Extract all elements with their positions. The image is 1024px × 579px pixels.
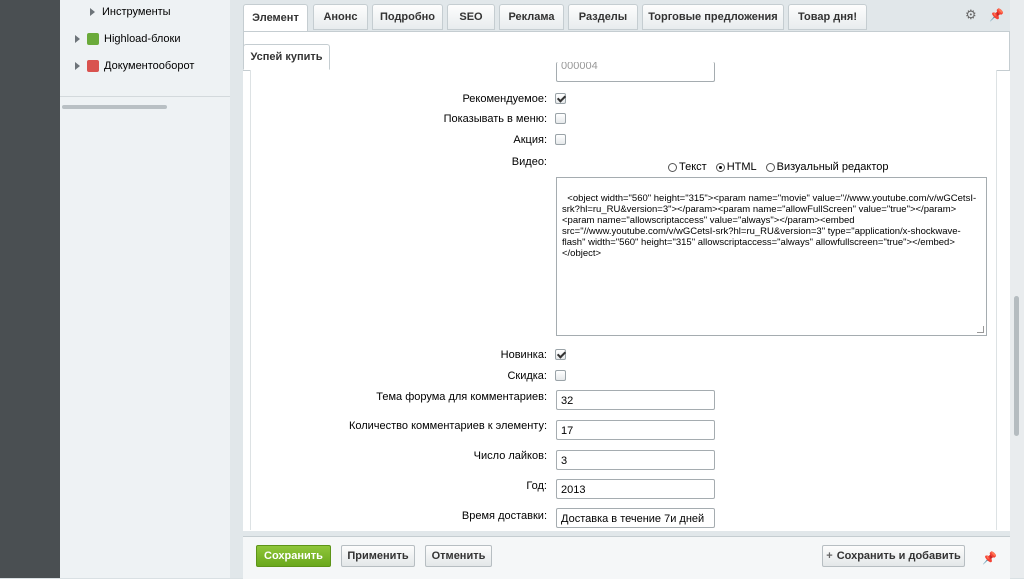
comments-count-input[interactable]: 17 xyxy=(556,420,715,440)
arrow-right-icon xyxy=(90,8,95,16)
comments-count-label: Количество комментариев к элементу: xyxy=(348,420,547,432)
document-icon xyxy=(87,60,99,72)
promo-checkbox[interactable] xyxy=(555,134,566,145)
radio-visual-label: Визуальный редактор xyxy=(776,161,889,173)
save-and-add-button[interactable]: + Сохранить и добавить xyxy=(822,545,965,567)
tab-seo[interactable]: SEO xyxy=(447,4,495,30)
forum-topic-label: Тема форума для комментариев: xyxy=(376,391,547,403)
arrow-right-icon xyxy=(75,62,80,70)
subtab-hurry-buy[interactable]: Успей купить xyxy=(243,44,330,70)
video-label: Видео: xyxy=(511,156,547,168)
editor-mode-selector: Текст HTML Визуальный редактор xyxy=(668,160,889,174)
radio-html-label: HTML xyxy=(726,161,757,173)
sidebar-item-tools[interactable]: Инструменты xyxy=(90,2,171,22)
sidebar-scrollbar[interactable] xyxy=(62,105,167,109)
radio-text[interactable] xyxy=(668,162,677,172)
recommended-checkbox[interactable] xyxy=(555,93,566,104)
likes-input[interactable]: 3 xyxy=(556,450,715,470)
delivery-input[interactable]: Доставка в течение 7и дней xyxy=(556,508,715,528)
tab-element[interactable]: Элемент xyxy=(243,4,308,32)
radio-visual[interactable] xyxy=(765,162,775,172)
tab-announce[interactable]: Анонс xyxy=(313,4,368,30)
recommended-label: Рекомендуемое: xyxy=(462,93,547,105)
tab-detail[interactable]: Подробно xyxy=(372,4,443,30)
save-button[interactable]: Сохранить xyxy=(256,545,331,567)
sidebar-item-label: Highload-блоки xyxy=(104,33,181,45)
show-in-menu-label: Показывать в меню: xyxy=(443,113,547,125)
arrow-right-icon xyxy=(75,35,80,43)
tab-ads[interactable]: Реклама xyxy=(499,4,564,30)
resize-handle-icon[interactable] xyxy=(977,326,984,333)
tab-sections[interactable]: Разделы xyxy=(568,4,638,30)
delivery-label: Время доставки: xyxy=(461,510,547,522)
promo-label: Акция: xyxy=(513,134,547,146)
database-icon xyxy=(87,33,99,45)
new-label: Новинка: xyxy=(500,349,547,361)
video-code-textarea[interactable]: <object width="560" height="315"><param … xyxy=(556,177,987,336)
sidebar-item-documents[interactable]: Документооборот xyxy=(75,56,194,76)
tab-offers[interactable]: Торговые предложения xyxy=(642,4,784,30)
sidebar-item-label: Документооборот xyxy=(104,60,195,72)
partial-input[interactable]: 000004 xyxy=(556,62,715,82)
year-label: Год: xyxy=(526,480,547,492)
radio-text-label: Текст xyxy=(679,161,707,173)
save-and-add-label: Сохранить и добавить xyxy=(836,550,961,562)
pin-icon[interactable]: 📌 xyxy=(989,8,1004,22)
gear-icon[interactable]: ⚙ xyxy=(965,8,977,21)
radio-html[interactable] xyxy=(715,162,725,172)
sidebar-divider xyxy=(60,96,230,97)
left-dark-strip xyxy=(0,0,60,578)
year-input[interactable]: 2013 xyxy=(556,479,715,499)
scrollbar-thumb[interactable] xyxy=(1014,296,1019,436)
likes-label: Число лайков: xyxy=(473,450,547,462)
sidebar: Инструменты Highload-блоки Документообор… xyxy=(60,0,231,578)
cancel-button[interactable]: Отменить xyxy=(425,545,492,567)
tab-product-of-day[interactable]: Товар дня! xyxy=(788,4,867,30)
video-code-text: <object width="560" height="315"><param … xyxy=(562,193,977,259)
sidebar-item-highload[interactable]: Highload-блоки xyxy=(75,29,181,49)
apply-button[interactable]: Применить xyxy=(341,545,415,567)
forum-topic-input[interactable]: 32 xyxy=(556,390,715,410)
plus-icon: + xyxy=(826,550,833,562)
show-in-menu-checkbox[interactable] xyxy=(555,113,566,124)
pin-icon[interactable]: 📌 xyxy=(982,551,997,565)
sidebar-item-label: Инструменты xyxy=(102,6,171,18)
page-scrollbar[interactable] xyxy=(1010,0,1024,578)
discount-label: Скидка: xyxy=(507,370,547,382)
new-checkbox[interactable] xyxy=(555,349,566,360)
discount-checkbox[interactable] xyxy=(555,370,566,381)
